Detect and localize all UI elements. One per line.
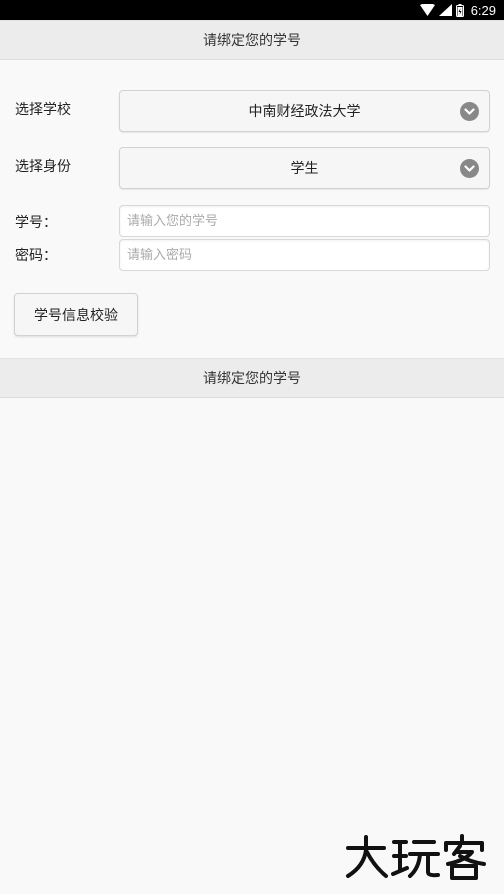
password-label: 密码： <box>15 248 57 264</box>
page-header: 请绑定您的学号 <box>0 20 504 60</box>
status-time: 6:29 <box>470 2 496 18</box>
wifi-icon <box>419 4 435 16</box>
page-title: 请绑定您的学号 <box>203 33 301 49</box>
chevron-down-icon <box>460 159 479 178</box>
signal-icon <box>438 4 452 16</box>
student-id-label: 学号： <box>15 215 57 231</box>
chevron-down-icon <box>460 102 479 121</box>
battery-icon <box>455 3 464 17</box>
identity-selected-value: 学生 <box>290 161 319 177</box>
identity-label: 选择身份 <box>15 159 71 175</box>
identity-select[interactable]: 学生 <box>119 147 490 189</box>
password-input[interactable] <box>119 239 490 271</box>
watermark-logo <box>344 834 494 884</box>
section-title: 请绑定您的学号 <box>203 371 301 387</box>
status-bar: 6:29 <box>0 0 504 20</box>
section-header: 请绑定您的学号 <box>0 358 504 398</box>
school-select[interactable]: 中南财经政法大学 <box>119 90 490 132</box>
school-label: 选择学校 <box>15 102 71 118</box>
student-id-input[interactable] <box>119 205 490 237</box>
school-selected-value: 中南财经政法大学 <box>248 104 361 120</box>
verify-button[interactable]: 学号信息校验 <box>14 293 138 336</box>
